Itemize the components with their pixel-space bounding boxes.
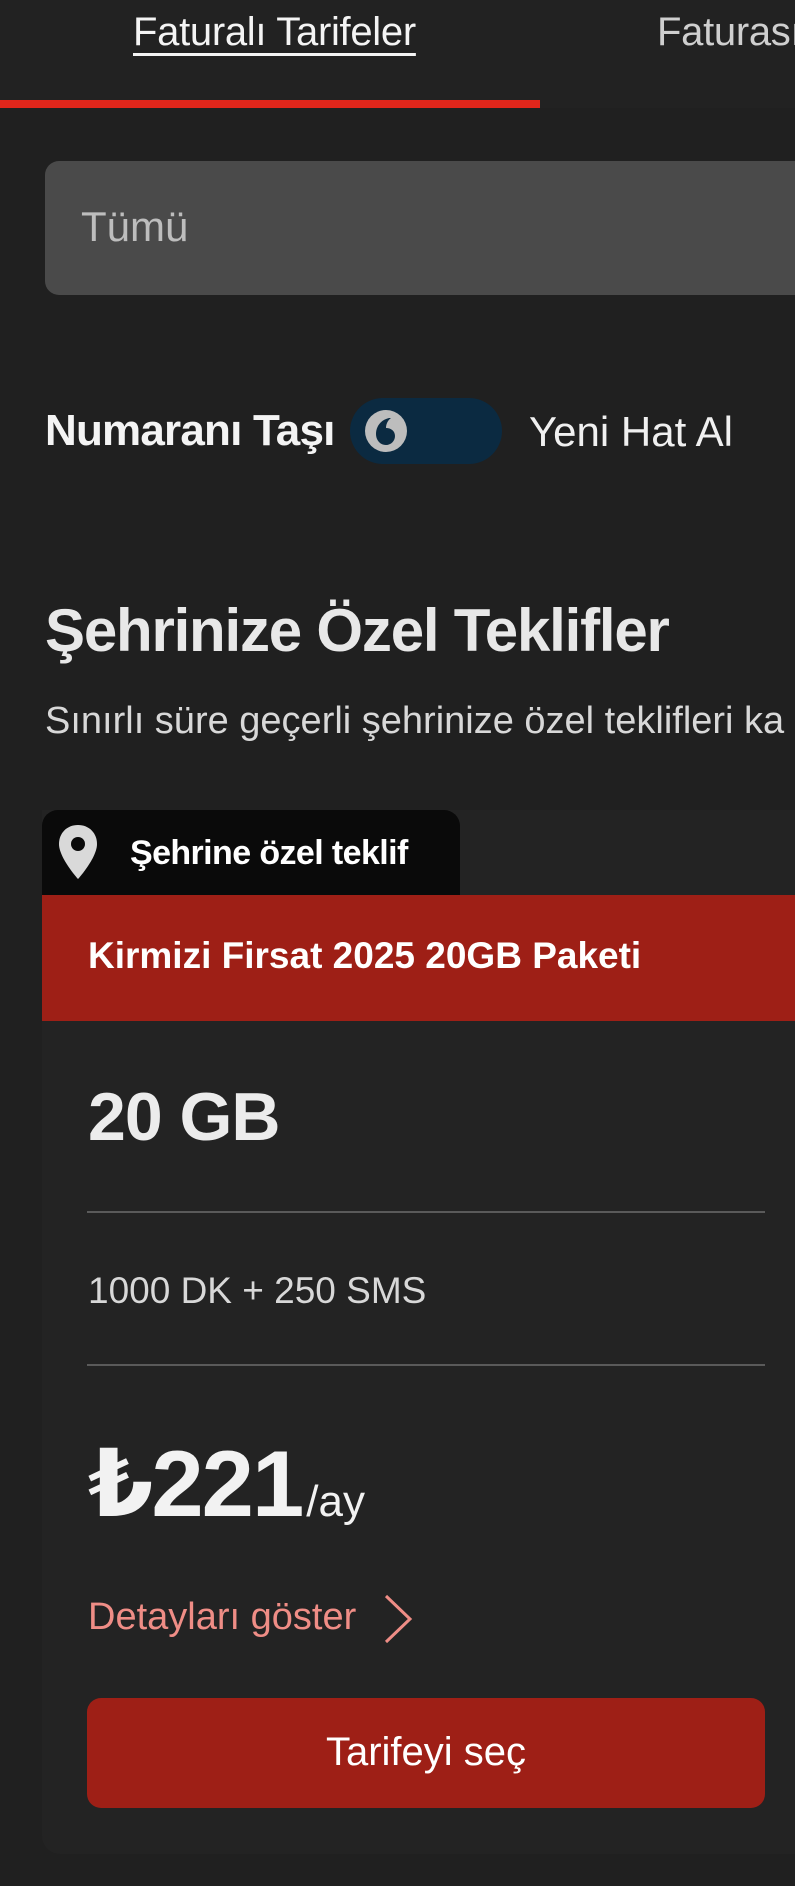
- price-amount: ₺221: [88, 1431, 304, 1536]
- city-offer-tag-label: Şehrine özel teklif: [130, 834, 408, 872]
- data-allowance: 20 GB: [88, 1079, 281, 1155]
- toggle-label-port-number[interactable]: Numaranı Taşı: [45, 406, 335, 456]
- tariff-card-header: Kirmizi Firsat 2025 20GB Paketi: [42, 895, 795, 1021]
- select-tariff-button[interactable]: Tarifeyi seç: [87, 1698, 765, 1808]
- section-subtitle: Sınırlı süre geçerli şehrinize özel tekl…: [45, 700, 785, 742]
- toggle-label-new-line[interactable]: Yeni Hat Al: [529, 408, 733, 456]
- tariff-name: Kirmizi Firsat 2025 20GB Paketi: [88, 935, 642, 976]
- tariff-tabs: Faturalı Tarifeler Faturasız: [0, 0, 795, 108]
- line-type-toggle[interactable]: [350, 398, 502, 464]
- location-pin-icon: [59, 825, 97, 879]
- show-details-link[interactable]: Detayları göster: [88, 1596, 356, 1639]
- price-period: /ay: [306, 1477, 365, 1526]
- minutes-sms-allowance: 1000 DK + 250 SMS: [88, 1270, 427, 1311]
- divider: [87, 1364, 765, 1366]
- active-tab-indicator: [0, 100, 540, 108]
- divider: [87, 1211, 765, 1213]
- city-offer-tag: Şehrine özel teklif: [42, 810, 460, 896]
- tab-postpaid[interactable]: Faturalı Tarifeler: [133, 10, 416, 55]
- vodafone-logo-icon: [365, 410, 407, 452]
- page: Faturalı Tarifeler Faturasız Tümü Numara…: [0, 0, 795, 1886]
- category-filter-select[interactable]: Tümü: [45, 161, 795, 295]
- line-type-toggle-row: Numaranı Taşı Yeni Hat Al: [45, 396, 795, 466]
- monthly-price: ₺221/ay: [88, 1430, 365, 1539]
- section-title: Şehrinize Özel Teklifler: [45, 597, 670, 664]
- tab-prepaid[interactable]: Faturasız: [657, 10, 795, 55]
- chevron-right-icon[interactable]: [382, 1592, 414, 1646]
- select-tariff-button-label: Tarifeyi seç: [325, 1730, 527, 1774]
- filter-selected-value: Tümü: [81, 203, 189, 250]
